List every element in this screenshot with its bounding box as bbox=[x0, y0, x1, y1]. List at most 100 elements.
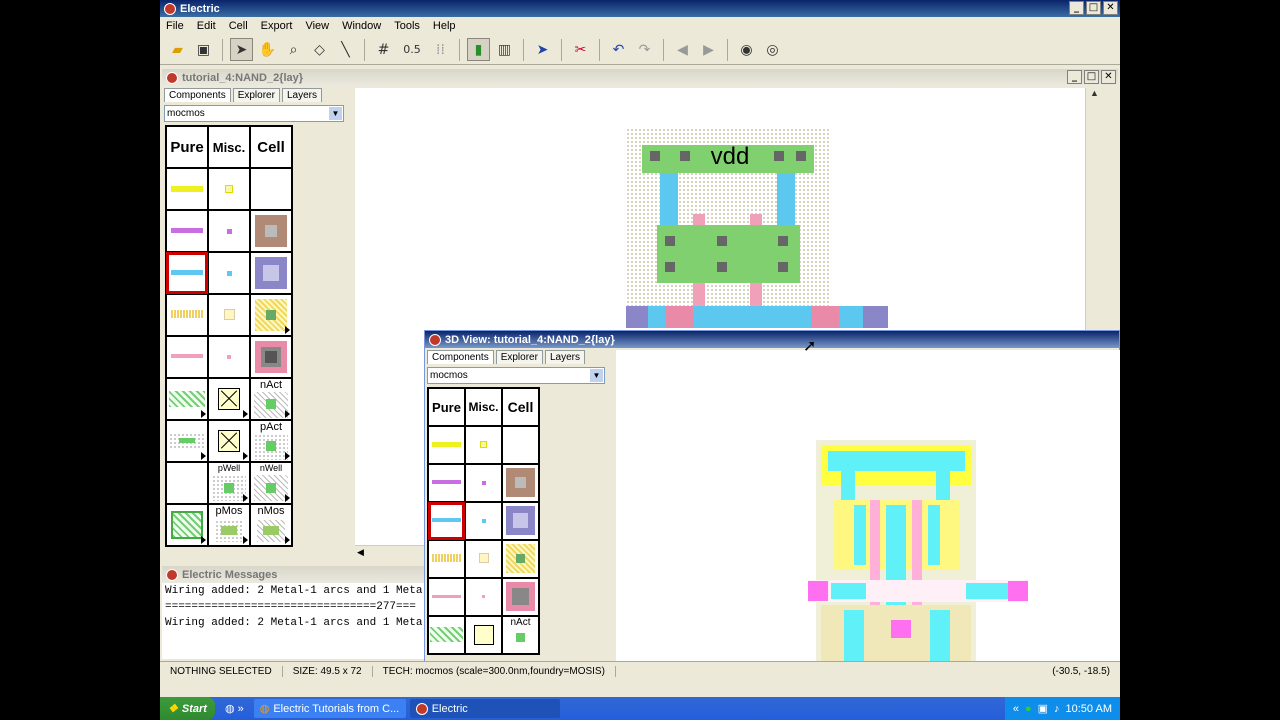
layout-window-titlebar[interactable]: tutorial_4:NAND_2{lay} _ □ ✕ bbox=[162, 69, 1118, 86]
measure-icon[interactable]: ╲ bbox=[334, 38, 357, 61]
metal1-metal2-contact-icon[interactable] bbox=[502, 464, 539, 502]
poly2-pin-icon[interactable] bbox=[208, 336, 250, 378]
open-library-icon[interactable]: ▰ bbox=[166, 38, 189, 61]
maximize-button[interactable]: □ bbox=[1086, 1, 1101, 15]
nactive-arc-icon[interactable] bbox=[166, 378, 208, 420]
messages-area[interactable]: Wiring added: 2 Metal-1 arcs and 1 Meta … bbox=[162, 583, 424, 659]
metal1-pin-icon[interactable] bbox=[465, 426, 502, 464]
metal3-arc-icon[interactable] bbox=[166, 252, 208, 294]
technology-select[interactable]: mocmos ▼ bbox=[164, 105, 344, 122]
menu-edit[interactable]: Edit bbox=[197, 20, 216, 32]
forward-arrow-icon[interactable]: ▶ bbox=[697, 38, 720, 61]
tab-components[interactable]: Components bbox=[164, 88, 231, 102]
cross-pin-icon[interactable] bbox=[465, 616, 502, 654]
metal2-pin-icon[interactable] bbox=[208, 210, 250, 252]
metal1-arc-icon[interactable] bbox=[166, 168, 208, 210]
nact-cell[interactable]: nAct bbox=[502, 616, 539, 654]
full-arc-icon[interactable]: ▮ bbox=[467, 38, 490, 61]
menu-view[interactable]: View bbox=[305, 20, 329, 32]
metal2-arc-icon[interactable] bbox=[428, 464, 465, 502]
horizontal-scrollbar[interactable]: ◀ bbox=[355, 545, 425, 559]
chevron-down-icon[interactable]: ▼ bbox=[329, 107, 342, 120]
zoom-icon[interactable]: ⌕ bbox=[282, 38, 305, 61]
task-browser[interactable]: ◍ Electric Tutorials from C... bbox=[253, 699, 406, 718]
pact-cell[interactable]: pAct bbox=[250, 420, 292, 462]
active-pin-icon[interactable] bbox=[465, 540, 502, 578]
view3d-canvas[interactable] bbox=[616, 350, 1120, 662]
scissors-icon[interactable]: ✂ bbox=[569, 38, 592, 61]
layout-minimize-button[interactable]: _ bbox=[1067, 70, 1082, 84]
metal3-pin-icon[interactable] bbox=[465, 502, 502, 540]
tray-volume-icon[interactable]: ♪ bbox=[1054, 703, 1060, 715]
metal1-pin-icon[interactable] bbox=[208, 168, 250, 210]
metal2-arc-icon[interactable] bbox=[166, 210, 208, 252]
grid-align-icon[interactable]: ⁞⁞ bbox=[429, 38, 452, 61]
tab-components[interactable]: Components bbox=[427, 350, 494, 364]
tab-layers[interactable]: Layers bbox=[281, 88, 322, 102]
back-arrow-icon[interactable]: ◀ bbox=[671, 38, 694, 61]
tray-expand-icon[interactable]: « bbox=[1013, 703, 1019, 715]
undo-icon[interactable]: ↶ bbox=[607, 38, 630, 61]
active-arc-icon[interactable] bbox=[166, 294, 208, 336]
minimize-button[interactable]: _ bbox=[1069, 1, 1084, 15]
tab-layers[interactable]: Layers bbox=[544, 350, 585, 364]
firefox-quicklaunch-icon[interactable]: ◍ » bbox=[219, 699, 250, 718]
menu-cell[interactable]: Cell bbox=[229, 20, 248, 32]
save-icon[interactable]: ▣ bbox=[192, 38, 215, 61]
metal3-pin-icon[interactable] bbox=[208, 252, 250, 294]
poly-metal-contact-icon[interactable] bbox=[502, 578, 539, 616]
tray-network-icon[interactable]: ● bbox=[1025, 703, 1032, 715]
active-arc-icon[interactable] bbox=[428, 540, 465, 578]
menu-window[interactable]: Window bbox=[342, 20, 381, 32]
view3d-titlebar[interactable]: 3D View: tutorial_4:NAND_2{lay} bbox=[425, 331, 1119, 348]
select-special-icon[interactable]: ➤ bbox=[531, 38, 554, 61]
start-button[interactable]: ❖ Start bbox=[160, 697, 215, 720]
nwell-cell[interactable]: nWell bbox=[250, 462, 292, 504]
tab-explorer[interactable]: Explorer bbox=[495, 350, 543, 364]
technology-select[interactable]: mocmos ▼ bbox=[427, 367, 605, 384]
close-button[interactable]: ✕ bbox=[1103, 1, 1118, 15]
grid-icon[interactable]: # bbox=[372, 38, 395, 61]
poly-metal-contact-icon[interactable] bbox=[250, 336, 292, 378]
cross-node-icon[interactable] bbox=[208, 420, 250, 462]
layout-close-button[interactable]: ✕ bbox=[1101, 70, 1116, 84]
scroll-left-icon[interactable]: ◀ bbox=[355, 547, 364, 557]
nact-cell[interactable]: nAct bbox=[250, 378, 292, 420]
menu-tools[interactable]: Tools bbox=[394, 20, 420, 32]
scroll-up-icon[interactable]: ▲ bbox=[1086, 88, 1103, 98]
redo-icon[interactable]: ↷ bbox=[633, 38, 656, 61]
poly-contact-icon[interactable] bbox=[250, 294, 292, 336]
pmos-cell[interactable]: pMos bbox=[208, 504, 250, 546]
menu-export[interactable]: Export bbox=[261, 20, 293, 32]
poly2-pin-icon[interactable] bbox=[465, 578, 502, 616]
menu-help[interactable]: Help bbox=[433, 20, 456, 32]
active-pin-icon[interactable] bbox=[208, 294, 250, 336]
menu-file[interactable]: File bbox=[166, 20, 184, 32]
poly2-arc-icon[interactable] bbox=[166, 336, 208, 378]
metal2-pin-icon[interactable] bbox=[465, 464, 502, 502]
tray-app-icon[interactable]: ▣ bbox=[1038, 702, 1048, 715]
unexpand-view-icon[interactable]: ◎ bbox=[761, 38, 784, 61]
outline-edit-icon[interactable]: ◇ bbox=[308, 38, 331, 61]
nmos-cell[interactable]: nMos bbox=[250, 504, 292, 546]
clock[interactable]: 10:50 AM bbox=[1066, 703, 1112, 715]
messages-window-titlebar[interactable]: Electric Messages bbox=[162, 566, 424, 583]
select-arrow-icon[interactable]: ➤ bbox=[230, 38, 253, 61]
nactive-arc-icon[interactable] bbox=[428, 616, 465, 654]
tab-explorer[interactable]: Explorer bbox=[232, 88, 280, 102]
metal1-metal2-contact-icon[interactable] bbox=[250, 210, 292, 252]
chevron-down-icon[interactable]: ▼ bbox=[590, 369, 603, 382]
metal1-arc-icon[interactable] bbox=[428, 426, 465, 464]
cross-pin-icon[interactable] bbox=[208, 378, 250, 420]
well-contact-icon[interactable] bbox=[166, 504, 208, 546]
expand-view-icon[interactable]: ◉ bbox=[735, 38, 758, 61]
pactive-arc-icon[interactable] bbox=[166, 420, 208, 462]
metal2-metal3-contact-icon[interactable] bbox=[502, 502, 539, 540]
poly2-arc-icon[interactable] bbox=[428, 578, 465, 616]
pan-hand-icon[interactable]: ✋ bbox=[256, 38, 279, 61]
task-electric[interactable]: Electric bbox=[409, 699, 560, 718]
metal3-arc-icon[interactable] bbox=[428, 502, 465, 540]
grid-align-value[interactable]: 0.5 bbox=[398, 38, 426, 61]
metal2-metal3-contact-icon[interactable] bbox=[250, 252, 292, 294]
cell-instance-icon[interactable]: ▥ bbox=[493, 38, 516, 61]
